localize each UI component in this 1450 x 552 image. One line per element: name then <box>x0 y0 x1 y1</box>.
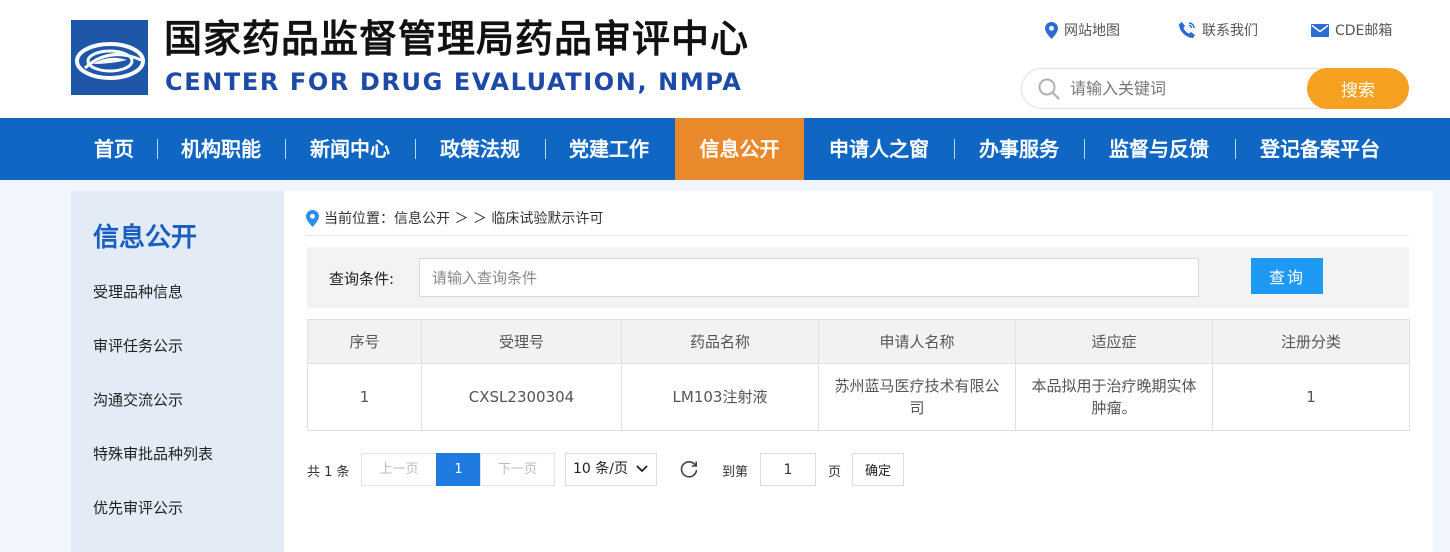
nav-item-policy[interactable]: 政策法规 <box>423 118 537 180</box>
col-header-drug-name: 药品名称 <box>621 319 819 364</box>
nav-separator <box>285 139 286 159</box>
nav-item-registration[interactable]: 登记备案平台 <box>1243 118 1397 180</box>
sidebar-title: 信息公开 <box>93 223 198 253</box>
breadcrumb: 当前位置：信息公开 ＞ ＞ 临床试验默示许可 <box>306 208 603 228</box>
refresh-icon[interactable] <box>679 459 699 479</box>
cde-mail-label: CDE邮箱 <box>1335 23 1393 39</box>
page-size-select[interactable]: 10 条/页 <box>565 453 657 486</box>
sidebar-item-priority-review[interactable]: 优先审评公示 <box>93 497 183 518</box>
search-input[interactable] <box>1070 73 1300 104</box>
logo-emblem-icon <box>75 42 145 80</box>
breadcrumb-text: 当前位置：信息公开 ＞ ＞ 临床试验默示许可 <box>324 211 604 227</box>
nav-item-functions[interactable]: 机构职能 <box>164 118 278 180</box>
query-bar: 查询条件: 查询 <box>307 247 1409 308</box>
sidebar-item-review-tasks[interactable]: 审评任务公示 <box>93 335 183 356</box>
cde-logo[interactable] <box>71 20 148 95</box>
query-input[interactable] <box>419 258 1199 297</box>
page-button-current[interactable]: 1 <box>436 453 481 486</box>
cell-applicant: 苏州蓝马医疗技术有限公司 <box>818 363 1016 431</box>
sidebar-item-communication[interactable]: 沟通交流公示 <box>93 389 183 410</box>
query-label: 查询条件: <box>329 270 395 288</box>
cell-indication: 本品拟用于治疗晚期实体肿瘤。 <box>1015 363 1213 431</box>
nav-separator <box>954 139 955 159</box>
sidebar-item-accepted[interactable]: 受理品种信息 <box>93 281 183 302</box>
goto-page-input[interactable] <box>760 453 816 486</box>
cell-registration-class: 1 <box>1212 363 1410 431</box>
page-size-value: 10 条/页 <box>573 461 628 477</box>
next-page-button[interactable]: 下一页 <box>480 453 555 486</box>
contact-link[interactable]: 联系我们 <box>1178 20 1258 40</box>
nav-item-services[interactable]: 办事服务 <box>962 118 1076 180</box>
sitemap-link[interactable]: 网站地图 <box>1045 20 1120 40</box>
nav-item-party[interactable]: 党建工作 <box>552 118 666 180</box>
col-header-indication: 适应症 <box>1015 319 1213 364</box>
nav-separator <box>1084 139 1085 159</box>
sidebar-item-special-approval[interactable]: 特殊审批品种列表 <box>93 443 213 464</box>
col-header-applicant: 申请人名称 <box>818 319 1016 364</box>
results-table: 序号 受理号 药品名称 申请人名称 适应症 注册分类 1 CXSL2300304… <box>307 319 1410 431</box>
query-button[interactable]: 查询 <box>1251 258 1323 294</box>
phone-icon <box>1179 22 1195 38</box>
cell-drug-name: LM103注射液 <box>621 363 819 431</box>
cell-index: 1 <box>307 363 422 431</box>
nav-separator <box>415 139 416 159</box>
main-content: 当前位置：信息公开 ＞ ＞ 临床试验默示许可 查询条件: 查询 序号 受理号 药… <box>284 191 1433 552</box>
contact-label: 联系我们 <box>1202 23 1258 39</box>
table-row[interactable]: 1 CXSL2300304 LM103注射液 苏州蓝马医疗技术有限公司 本品拟用… <box>307 363 1410 431</box>
col-header-acceptance-no: 受理号 <box>421 319 622 364</box>
nav-item-home[interactable]: 首页 <box>76 118 152 180</box>
nav-item-news[interactable]: 新闻中心 <box>293 118 407 180</box>
site-title-cn: 国家药品监督管理局药品审评中心 <box>164 17 750 61</box>
search-icon <box>1038 78 1060 100</box>
chevron-down-icon <box>636 465 648 473</box>
cell-acceptance-no: CXSL2300304 <box>421 363 622 431</box>
search-button[interactable]: 搜索 <box>1307 68 1409 109</box>
nav-item-info-disclosure[interactable]: 信息公开 <box>675 118 804 180</box>
pagination: 共 1 条 上一页 1 下一页 10 条/页 到第 页 确定 <box>307 452 1409 486</box>
nav-separator <box>157 139 158 159</box>
prev-page-button[interactable]: 上一页 <box>361 453 437 486</box>
map-pin-icon <box>1045 21 1058 39</box>
page-unit-label: 页 <box>828 465 842 480</box>
goto-confirm-button[interactable]: 确定 <box>852 453 904 486</box>
nav-separator <box>545 139 546 159</box>
site-title-en: CENTER FOR DRUG EVALUATION, NMPA <box>165 68 743 96</box>
cde-mail-link[interactable]: CDE邮箱 <box>1311 20 1392 40</box>
mail-icon <box>1311 23 1329 37</box>
main-nav: 首页 机构职能 新闻中心 政策法规 党建工作 信息公开 申请人之窗 办事服务 监… <box>0 118 1450 180</box>
sitemap-label: 网站地图 <box>1064 23 1120 39</box>
sidebar: 信息公开 受理品种信息 审评任务公示 沟通交流公示 特殊审批品种列表 优先审评公… <box>71 191 284 552</box>
nav-item-feedback[interactable]: 监督与反馈 <box>1092 118 1226 180</box>
nav-item-applicant[interactable]: 申请人之窗 <box>812 118 946 180</box>
site-search: 搜索 <box>1021 68 1409 109</box>
goto-label: 到第 <box>722 465 749 480</box>
total-count: 共 1 条 <box>307 465 350 480</box>
table-header-row: 序号 受理号 药品名称 申请人名称 适应症 注册分类 <box>307 319 1410 364</box>
site-header: 国家药品监督管理局药品审评中心 CENTER FOR DRUG EVALUATI… <box>0 0 1450 118</box>
nav-separator <box>1235 139 1236 159</box>
breadcrumb-divider <box>306 235 1409 236</box>
col-header-registration-class: 注册分类 <box>1212 319 1410 364</box>
col-header-index: 序号 <box>307 319 422 364</box>
location-pin-icon <box>306 209 319 227</box>
